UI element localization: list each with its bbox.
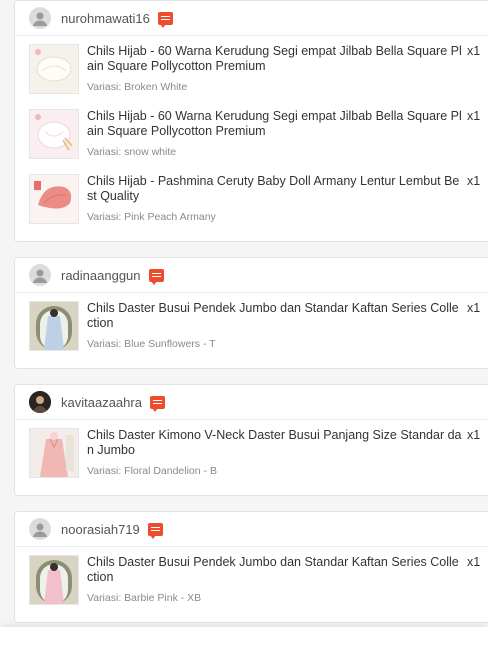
chat-icon[interactable] — [147, 522, 163, 539]
item-title: Chils Daster Busui Pendek Jumbo dan Stan… — [87, 555, 459, 584]
item-title: Chils Hijab - 60 Warna Kerudung Segi emp… — [87, 109, 462, 138]
chat-icon[interactable] — [157, 11, 173, 28]
order-card-header: noorasiah719 — [15, 512, 488, 547]
item-variation: Variasi: Barbie Pink - XB — [87, 592, 202, 604]
order-card-header: nurohmawati16 — [15, 1, 488, 36]
order-card-header: kavitaazaahra — [15, 385, 488, 420]
item-quantity: x1 — [467, 109, 481, 123]
item-quantity: x1 — [467, 174, 481, 188]
product-thumbnail — [29, 555, 79, 605]
order-card: nurohmawati16 Chils Hijab - 60 Warna Ker… — [14, 0, 488, 242]
item-quantity: x1 — [467, 44, 481, 58]
order-list: nurohmawati16 Chils Hijab - 60 Warna Ker… — [14, 0, 488, 638]
item-variation: Variasi: Pink Peach Armany — [87, 211, 216, 223]
item-title: Chils Hijab - 60 Warna Kerudung Segi emp… — [87, 44, 462, 73]
avatar[interactable] — [29, 391, 51, 413]
avatar[interactable] — [29, 7, 51, 29]
username[interactable]: noorasiah719 — [61, 522, 140, 537]
username[interactable]: nurohmawati16 — [61, 11, 150, 26]
item-variation: Variasi: Broken White — [87, 81, 188, 93]
item-quantity: x1 — [467, 555, 481, 569]
order-item[interactable]: Chils Hijab - Pashmina Ceruty Baby Doll … — [29, 171, 488, 236]
order-item[interactable]: Chils Daster Busui Pendek Jumbo dan Stan… — [29, 552, 488, 617]
item-variation: Variasi: Blue Sunflowers - T — [87, 338, 216, 350]
product-thumbnail — [29, 301, 79, 351]
item-quantity: x1 — [467, 301, 481, 315]
avatar[interactable] — [29, 518, 51, 540]
order-item[interactable]: Chils Hijab - 60 Warna Kerudung Segi emp… — [29, 106, 488, 171]
item-title: Chils Daster Busui Pendek Jumbo dan Stan… — [87, 301, 459, 330]
item-title: Chils Daster Kimono V-Neck Daster Busui … — [87, 428, 462, 457]
product-thumbnail — [29, 174, 79, 224]
order-card: kavitaazaahra Chils Daster Kimono V-Neck… — [14, 384, 488, 496]
product-thumbnail — [29, 428, 79, 478]
order-item[interactable]: Chils Hijab - 60 Warna Kerudung Segi emp… — [29, 41, 488, 106]
item-quantity: x1 — [467, 428, 481, 442]
order-item[interactable]: Chils Daster Kimono V-Neck Daster Busui … — [29, 425, 488, 490]
username[interactable]: kavitaazaahra — [61, 395, 142, 410]
username[interactable]: radinaanggun — [61, 268, 141, 283]
order-card: radinaanggun Chils Daster Busui Pendek J… — [14, 257, 488, 369]
user-icon — [33, 269, 47, 283]
order-card: noorasiah719 Chils Daster Busui Pendek J… — [14, 511, 488, 623]
order-card-header: radinaanggun — [15, 258, 488, 293]
user-icon — [33, 523, 47, 537]
avatar[interactable] — [29, 264, 51, 286]
item-variation: Variasi: Floral Dandelion - B — [87, 465, 217, 477]
chat-icon[interactable] — [148, 268, 164, 285]
user-icon — [33, 12, 47, 26]
product-thumbnail — [29, 109, 79, 159]
item-title: Chils Hijab - Pashmina Ceruty Baby Doll … — [87, 174, 460, 203]
product-thumbnail — [29, 44, 79, 94]
item-variation: Variasi: snow white — [87, 146, 177, 158]
profile-photo — [29, 391, 51, 413]
chat-icon[interactable] — [149, 395, 165, 412]
order-item[interactable]: Chils Daster Busui Pendek Jumbo dan Stan… — [29, 298, 488, 363]
bottom-bar — [0, 627, 488, 654]
